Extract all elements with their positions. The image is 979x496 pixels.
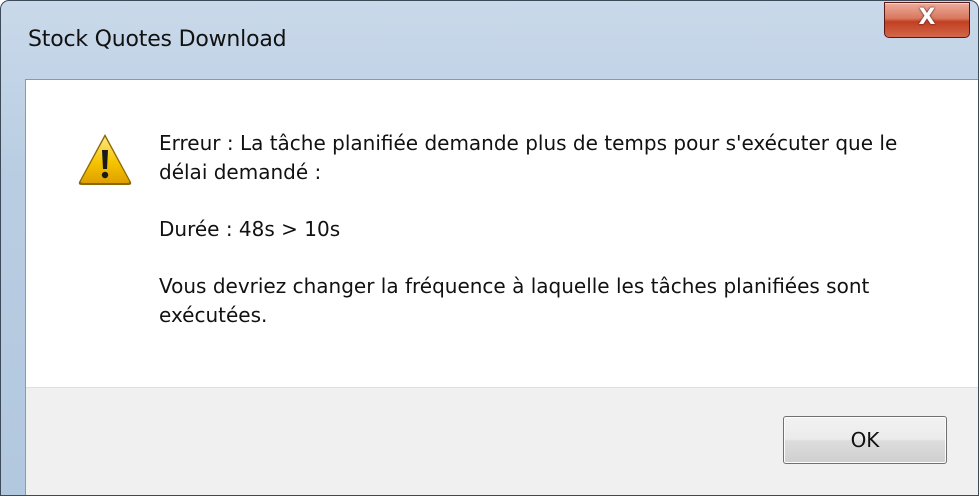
dialog-window: Stock Quotes Download X Erreur: La tâch…	[0, 0, 979, 496]
close-icon: X	[918, 5, 936, 30]
button-bar: OK	[26, 387, 978, 495]
error-message: Erreur : La tâche planifiée demande plus…	[159, 131, 898, 184]
message-text: Erreur : La tâche planifiée demande plus…	[159, 129, 919, 330]
ok-button[interactable]: OK	[783, 416, 947, 464]
close-button[interactable]: X	[884, 2, 970, 38]
warning-icon	[78, 134, 132, 185]
title-bar[interactable]: Stock Quotes Download X	[1, 1, 978, 79]
window-title: Stock Quotes Download	[28, 27, 287, 52]
message-area: Erreur : La tâche planifiée demande plus…	[26, 80, 978, 387]
duration-line: Durée : 48s > 10s	[159, 217, 341, 241]
dialog-body: Erreur : La tâche planifiée demande plus…	[25, 79, 978, 495]
advice-message: Vous devriez changer la fréquence à laqu…	[159, 274, 870, 327]
